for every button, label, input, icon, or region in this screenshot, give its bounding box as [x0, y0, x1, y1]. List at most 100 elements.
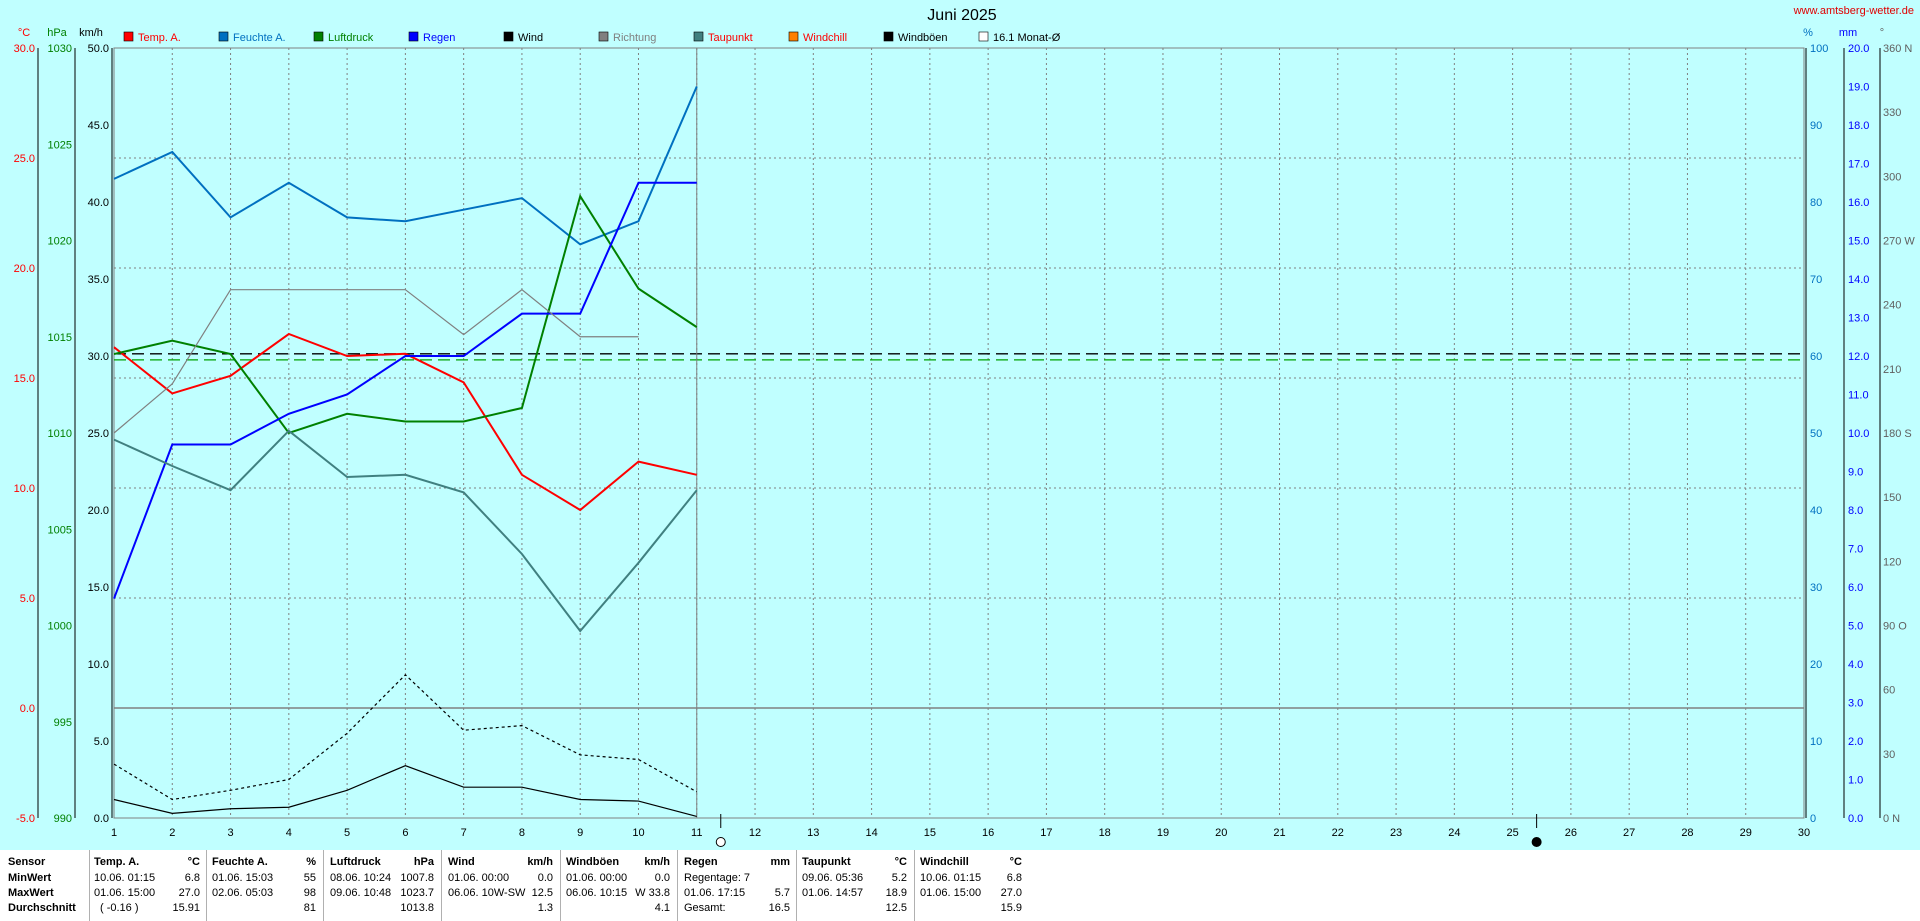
new-moon-icon: [1531, 837, 1542, 847]
chart-title: Juni 2025: [927, 7, 996, 24]
luftdruck-max-time: 09.06. 10:48: [330, 887, 392, 899]
mm-tick-label: 14.0: [1848, 274, 1869, 286]
legend-label: 16.1 Monat-Ø: [993, 32, 1061, 44]
x-tick-label: 22: [1332, 827, 1344, 839]
percent-tick-label: 60: [1810, 351, 1822, 363]
mm-tick-label: 16.0: [1848, 197, 1869, 209]
regen-total-value: 16.5: [768, 902, 790, 914]
legend-label: Luftdruck: [328, 32, 374, 44]
x-tick-label: 7: [461, 827, 467, 839]
row-label-max: MaxWert: [8, 887, 54, 899]
kmh-tick-label: 5.0: [94, 736, 109, 748]
luftdruck-min-value: 1007.8: [400, 872, 434, 884]
x-tick-label: 19: [1157, 827, 1169, 839]
hpa-unit-label: hPa: [47, 27, 67, 39]
taupunkt-max-time: 01.06. 14:57: [802, 887, 864, 899]
windchill-max-value: 27.0: [1000, 887, 1022, 899]
windboeen-unit: km/h: [644, 856, 670, 868]
legend-swatch: [693, 31, 704, 42]
luftdruck-header: Luftdruck: [330, 856, 381, 868]
mm-tick-label: 7.0: [1848, 544, 1863, 556]
mm-tick-label: 2.0: [1848, 736, 1863, 748]
percent-tick-label: 100: [1810, 43, 1828, 55]
x-tick-label: 1: [111, 827, 117, 839]
x-tick-label: 21: [1273, 827, 1285, 839]
wind-avg-value: 1.3: [537, 902, 553, 914]
hpa-tick-label: 1020: [48, 236, 72, 248]
statistics-table: Sensor MinWert MaxWert Durchschnitt Temp…: [0, 850, 1920, 921]
x-tick-label: 20: [1215, 827, 1227, 839]
celsius-tick-label: 15.0: [14, 373, 35, 385]
mm-tick-label: 18.0: [1848, 120, 1869, 132]
x-tick-label: 13: [807, 827, 819, 839]
row-label-min: MinWert: [8, 872, 52, 884]
kmh-tick-label: 15.0: [88, 582, 109, 594]
windchill-max-time: 01.06. 15:00: [920, 887, 982, 899]
mm-tick-label: 8.0: [1848, 505, 1863, 517]
windboeen-max-value: W 33.8: [635, 887, 670, 899]
celsius-tick-label: 0.0: [20, 703, 35, 715]
x-tick-label: 18: [1099, 827, 1111, 839]
celsius-unit-label: °C: [18, 27, 30, 39]
mm-tick-label: 6.0: [1848, 582, 1863, 594]
windchill-header: Windchill: [920, 856, 969, 868]
taupunkt-min-time: 09.06. 05:36: [802, 872, 864, 884]
legend-label: Windchill: [803, 32, 847, 44]
x-tick-label: 23: [1390, 827, 1402, 839]
taupunkt-min-value: 5.2: [891, 872, 907, 884]
celsius-tick-label: 10.0: [14, 483, 35, 495]
website-link[interactable]: www.amtsberg-wetter.de: [1794, 5, 1914, 17]
kmh-tick-label: 45.0: [88, 120, 109, 132]
kmh-tick-label: 40.0: [88, 197, 109, 209]
windchill-avg-value: 15.9: [1000, 902, 1022, 914]
kmh-tick-label: 25.0: [88, 428, 109, 440]
stats-col-wind: Wind km/h 01.06. 00:00 0.0 06.06. 10W-SW…: [448, 850, 553, 921]
luftdruck-min-time: 08.06. 10:24: [330, 872, 392, 884]
kmh-tick-label: 20.0: [88, 505, 109, 517]
x-tick-label: 10: [632, 827, 644, 839]
legend-swatch: [788, 31, 799, 42]
windboeen-min-time: 01.06. 00:00: [566, 872, 628, 884]
hpa-tick-label: 1000: [48, 621, 72, 633]
mm-tick-label: 3.0: [1848, 698, 1863, 710]
wind-unit: km/h: [527, 856, 553, 868]
feuchte-min-time: 01.06. 15:03: [212, 872, 274, 884]
x-tick-label: 3: [227, 827, 233, 839]
percent-tick-label: 80: [1810, 197, 1822, 209]
luftdruck-max-value: 1023.7: [400, 887, 434, 899]
percent-tick-label: 70: [1810, 274, 1822, 286]
legend-swatch: [883, 31, 894, 42]
x-tick-label: 30: [1798, 827, 1810, 839]
direction-tick-label: 210: [1883, 364, 1901, 376]
mm-unit-label: mm: [1839, 27, 1857, 39]
x-tick-label: 24: [1448, 827, 1460, 839]
percent-tick-label: 90: [1810, 120, 1822, 132]
windchill-unit: °C: [1009, 856, 1022, 868]
weather-chart: 1 2 3 4 5 6 7 8 9 10 11 12 13 14 15 16 17 18 19 20 21 22 23 24 2…: [14, 7, 1915, 847]
full-moon-icon: [715, 837, 726, 847]
feuchte-max-value: 98: [303, 887, 316, 899]
taupunkt-max-value: 18.9: [885, 887, 907, 899]
x-tick-label: 28: [1681, 827, 1693, 839]
x-tick-label: 6: [402, 827, 408, 839]
mm-tick-label: 20.0: [1848, 43, 1869, 55]
direction-tick-label: 300: [1883, 171, 1901, 183]
legend-label: Windböen: [898, 32, 948, 44]
wind-max-time: 06.06. 10W-SW: [448, 887, 526, 899]
mm-tick-label: 17.0: [1848, 159, 1869, 171]
mm-tick-label: 15.0: [1848, 236, 1869, 248]
windboeen-header: Windböen: [566, 856, 620, 868]
windboeen-min-value: 0.0: [654, 872, 670, 884]
celsius-tick-label: 30.0: [14, 43, 35, 55]
kmh-unit-label: km/h: [79, 27, 103, 39]
temp-min-time: 10.06. 01:15: [94, 872, 156, 884]
mm-tick-label: 12.0: [1848, 351, 1869, 363]
percent-tick-label: 30: [1810, 582, 1822, 594]
percent-unit-label: %: [1803, 27, 1813, 39]
celsius-tick-label: 5.0: [20, 593, 35, 605]
stats-row-labels: Sensor MinWert MaxWert Durchschnitt: [8, 850, 88, 921]
legend-label: Temp. A.: [138, 32, 181, 44]
legend-swatch: [408, 31, 419, 42]
wind-header: Wind: [448, 856, 475, 868]
celsius-tick-label: -5.0: [16, 813, 35, 825]
